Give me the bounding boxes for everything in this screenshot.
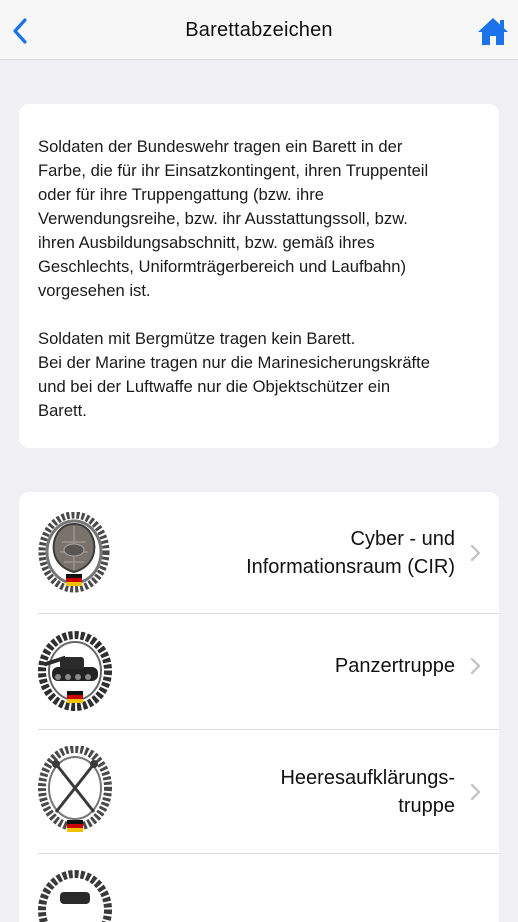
beret-badge-icon bbox=[38, 870, 112, 922]
info-paragraph: Soldaten der Bundeswehr tragen ein Baret… bbox=[38, 137, 429, 300]
chevron-right-icon bbox=[470, 657, 481, 675]
list-item-label: Panzertruppe bbox=[334, 655, 455, 677]
list-item-label: Cyber - und Informationsraum (CIR) bbox=[246, 528, 455, 578]
beret-badge-list: Cyber - und Informationsraum (CIR) Panze… bbox=[19, 492, 499, 922]
tank-beret-badge-icon bbox=[38, 631, 112, 711]
chevron-right-icon bbox=[470, 544, 481, 562]
chevron-right-icon bbox=[470, 783, 481, 801]
list-item-panzertruppe[interactable]: Panzertruppe bbox=[19, 614, 499, 730]
info-paragraph: Soldaten mit Bergmütze tragen kein Baret… bbox=[38, 329, 430, 420]
list-item[interactable] bbox=[19, 854, 499, 922]
navigation-bar: Barettabzeichen bbox=[0, 0, 518, 60]
page-title: Barettabzeichen bbox=[185, 19, 333, 41]
list-item-label: Heeresaufklärungs- truppe bbox=[280, 767, 455, 817]
home-button[interactable] bbox=[476, 14, 510, 48]
cir-beret-badge-icon bbox=[38, 512, 110, 593]
list-item-heeresaufklaerungstruppe[interactable]: Heeresaufklärungs- truppe bbox=[19, 730, 499, 854]
info-card: Soldaten der Bundeswehr tragen ein Baret… bbox=[19, 104, 499, 448]
home-icon bbox=[478, 18, 508, 45]
reconnaissance-beret-badge-icon bbox=[38, 746, 112, 832]
list-item-cir[interactable]: Cyber - und Informationsraum (CIR) bbox=[19, 492, 499, 614]
